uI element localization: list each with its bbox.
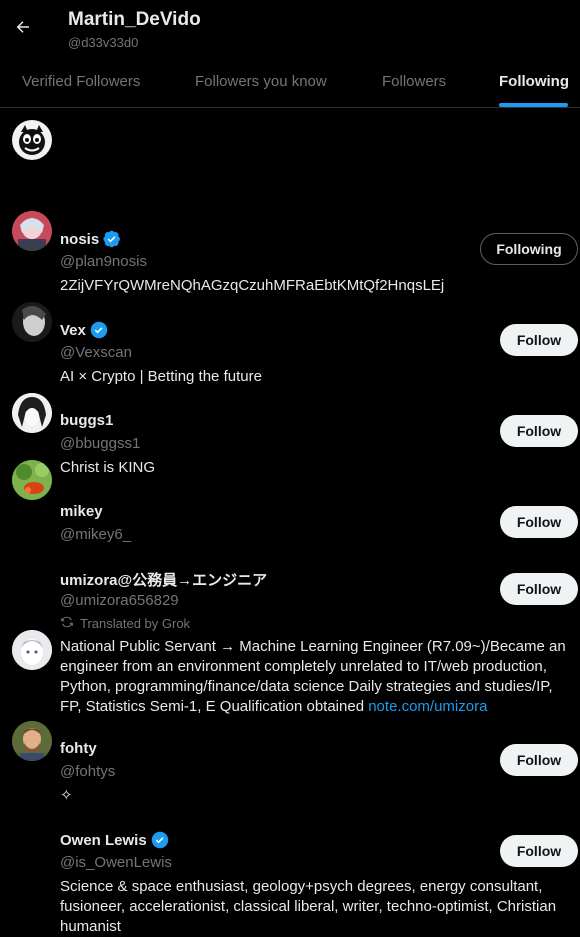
name-line: umizora@公務員→エンジニア bbox=[60, 569, 267, 590]
account-bio: 2ZijVFYrQWMreNQhAGzqCzuhMFRaEbtKMtQf2Hnq… bbox=[60, 277, 445, 294]
back-arrow-icon[interactable] bbox=[12, 16, 34, 38]
active-tab-indicator bbox=[499, 103, 568, 107]
tab-following[interactable]: Following bbox=[499, 73, 569, 90]
bio-text: National Public Servant → Machine Learni… bbox=[60, 638, 566, 715]
avatar[interactable] bbox=[12, 721, 52, 761]
account-name[interactable]: fohty bbox=[60, 740, 97, 757]
account-bio: AI × Crypto | Betting the future bbox=[60, 368, 262, 385]
translated-label: Translated by Grok bbox=[80, 616, 191, 631]
follow-button[interactable]: Follow bbox=[500, 324, 578, 356]
profile-header: Martin_DeVido @d33v33d0 bbox=[0, 0, 580, 63]
account-bio: Science & space enthusiast, geology+psyc… bbox=[60, 878, 557, 935]
follow-button[interactable]: Follow bbox=[500, 415, 578, 447]
account-handle: @plan9nosis bbox=[60, 253, 147, 270]
account-bio: ✧ bbox=[60, 787, 73, 804]
account-name[interactable]: umizora@公務員→エンジニア bbox=[60, 569, 267, 590]
verified-badge-icon bbox=[103, 230, 121, 248]
name-line: buggs1 bbox=[60, 412, 113, 429]
bio-link[interactable]: note.com/umizora bbox=[368, 698, 487, 715]
account-handle: @is_OwenLewis bbox=[60, 854, 172, 871]
account-name[interactable]: buggs1 bbox=[60, 412, 113, 429]
name-line: Vex bbox=[60, 321, 108, 339]
account-bio: Christ is KING bbox=[60, 459, 156, 476]
verified-badge-icon bbox=[90, 321, 108, 339]
name-line: nosis bbox=[60, 230, 121, 248]
avatar[interactable] bbox=[12, 211, 52, 251]
account-name[interactable]: Vex bbox=[60, 322, 86, 339]
account-bio: National Public Servant → Machine Learni… bbox=[60, 637, 570, 717]
translate-icon bbox=[60, 615, 74, 632]
account-handle: @fohtys bbox=[60, 763, 116, 780]
account-name[interactable]: mikey bbox=[60, 503, 103, 520]
avatar[interactable] bbox=[12, 302, 52, 342]
following-button[interactable]: Following bbox=[480, 233, 578, 265]
tab-verified-followers[interactable]: Verified Followers bbox=[22, 73, 140, 90]
tab-followers-you-know[interactable]: Followers you know bbox=[195, 73, 327, 90]
avatar[interactable] bbox=[12, 630, 52, 670]
verified-badge-icon bbox=[151, 831, 169, 849]
avatar[interactable] bbox=[12, 460, 52, 500]
follow-button[interactable]: Follow bbox=[500, 573, 578, 605]
profile-handle: @d33v33d0 bbox=[68, 35, 139, 50]
account-handle: @umizora656829 bbox=[60, 592, 179, 609]
account-handle: @bbuggss1 bbox=[60, 435, 141, 452]
follow-button[interactable]: Follow bbox=[500, 744, 578, 776]
follow-button[interactable]: Follow bbox=[500, 506, 578, 538]
account-name[interactable]: nosis bbox=[60, 231, 99, 248]
avatar[interactable] bbox=[12, 393, 52, 433]
name-line: fohty bbox=[60, 740, 97, 757]
account-handle: @mikey6_ bbox=[60, 526, 132, 543]
tab-bar: Verified Followers Followers you know Fo… bbox=[0, 63, 580, 108]
tab-followers[interactable]: Followers bbox=[382, 73, 446, 90]
avatar[interactable] bbox=[12, 120, 52, 160]
account-name[interactable]: Owen Lewis bbox=[60, 832, 147, 849]
profile-name: Martin_DeVido bbox=[68, 9, 201, 30]
name-line: mikey bbox=[60, 503, 103, 520]
name-line: Owen Lewis bbox=[60, 831, 169, 849]
translated-by-grok[interactable]: Translated by Grok bbox=[60, 615, 190, 632]
account-handle: @Vexscan bbox=[60, 344, 132, 361]
